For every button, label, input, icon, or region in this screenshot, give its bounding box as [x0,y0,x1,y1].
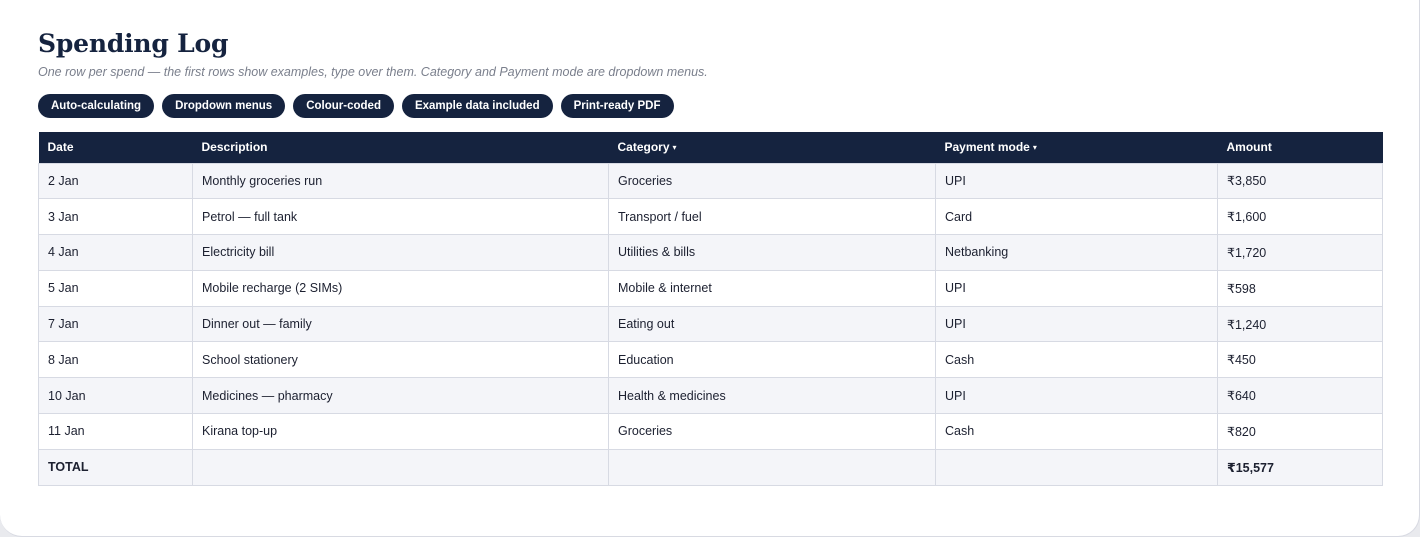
cell-amount[interactable]: ₹598 [1217,269,1383,307]
cell-description[interactable]: Kirana top-up [192,413,609,450]
cell-date[interactable]: 5 Jan [38,269,193,307]
column-header-payment-mode[interactable]: Payment mode ▾ [935,132,1218,163]
cell-category-dropdown[interactable]: Transport / fuel [608,198,936,236]
cell-payment-dropdown[interactable]: Cash [935,413,1218,450]
cell-description[interactable]: Dinner out — family [192,305,609,343]
table-header-row: Date Description Category ▾ Payment mode ▾… [38,132,1383,163]
table-row: 11 Jan Kirana top-up Groceries Cash ₹820 [38,413,1383,450]
badge-example-data: Example data included [401,94,553,118]
badge-print-ready-pdf: Print-ready PDF [560,94,674,118]
cell-amount[interactable]: ₹1,600 [1217,198,1383,236]
cell-description[interactable]: Medicines — pharmacy [192,377,609,415]
cell-payment-dropdown[interactable]: UPI [935,162,1218,200]
cell-amount[interactable]: ₹1,240 [1217,305,1383,343]
cell-payment-dropdown[interactable]: UPI [935,269,1218,307]
badge-colour-coded: Colour-coded [293,94,394,118]
badge-dropdown-menus: Dropdown menus [162,94,286,118]
cell-description[interactable]: Monthly groceries run [192,162,609,200]
cell-payment-dropdown[interactable]: Netbanking [935,234,1218,271]
table-row: 10 Jan Medicines — pharmacy Health & med… [38,377,1383,415]
cell-category-dropdown[interactable]: Eating out [608,305,936,343]
badge-auto-calculating: Auto-calculating [38,94,155,118]
total-empty-cell [608,448,936,486]
cell-description[interactable]: Electricity bill [192,234,609,271]
cell-date[interactable]: 2 Jan [38,162,193,200]
column-header-date: Date [38,132,193,163]
cell-amount[interactable]: ₹640 [1217,377,1383,415]
cell-category-dropdown[interactable]: Education [608,341,936,379]
dropdown-caret-icon: ▾ [672,143,677,153]
table-row: 2 Jan Monthly groceries run Groceries UP… [38,162,1383,200]
table-row: 3 Jan Petrol — full tank Transport / fue… [38,198,1383,236]
total-row: TOTAL ₹15,577 [38,448,1383,486]
cell-payment-dropdown[interactable]: Cash [935,341,1218,379]
cell-amount[interactable]: ₹3,850 [1217,162,1383,200]
cell-date[interactable]: 4 Jan [38,234,193,271]
cell-date[interactable]: 7 Jan [38,305,193,343]
feature-badges: Auto-calculating Dropdown menus Colour-c… [38,94,674,118]
table-row: 7 Jan Dinner out — family Eating out UPI… [38,305,1383,343]
page-title: Spending Log [38,29,229,58]
table-row: 4 Jan Electricity bill Utilities & bills… [38,234,1383,271]
spending-log-card: Spending Log One row per spend — the fir… [0,0,1420,537]
cell-date[interactable]: 11 Jan [38,413,193,450]
cell-date[interactable]: 3 Jan [38,198,193,236]
table-row: 8 Jan School stationery Education Cash ₹… [38,341,1383,379]
cell-category-dropdown[interactable]: Groceries [608,162,936,200]
page-subtitle: One row per spend — the first rows show … [38,65,708,79]
cell-amount[interactable]: ₹450 [1217,341,1383,379]
column-header-amount: Amount [1217,132,1383,163]
table-row: 5 Jan Mobile recharge (2 SIMs) Mobile & … [38,269,1383,307]
total-amount: ₹15,577 [1217,448,1383,486]
spending-table: Date Description Category ▾ Payment mode ▾… [38,132,1383,486]
cell-date[interactable]: 10 Jan [38,377,193,415]
total-label: TOTAL [38,448,193,486]
cell-category-dropdown[interactable]: Utilities & bills [608,234,936,271]
cell-category-dropdown[interactable]: Groceries [608,413,936,450]
cell-amount[interactable]: ₹1,720 [1217,234,1383,271]
cell-payment-dropdown[interactable]: Card [935,198,1218,236]
total-empty-cell [935,448,1218,486]
cell-payment-dropdown[interactable]: UPI [935,377,1218,415]
cell-payment-dropdown[interactable]: UPI [935,305,1218,343]
column-header-category[interactable]: Category ▾ [608,132,936,163]
cell-description[interactable]: Petrol — full tank [192,198,609,236]
cell-amount[interactable]: ₹820 [1217,413,1383,450]
cell-category-dropdown[interactable]: Health & medicines [608,377,936,415]
total-empty-cell [192,448,609,486]
cell-category-dropdown[interactable]: Mobile & internet [608,269,936,307]
cell-description[interactable]: Mobile recharge (2 SIMs) [192,269,609,307]
column-header-description: Description [192,132,609,163]
cell-date[interactable]: 8 Jan [38,341,193,379]
cell-description[interactable]: School stationery [192,341,609,379]
dropdown-caret-icon: ▾ [1032,143,1037,153]
